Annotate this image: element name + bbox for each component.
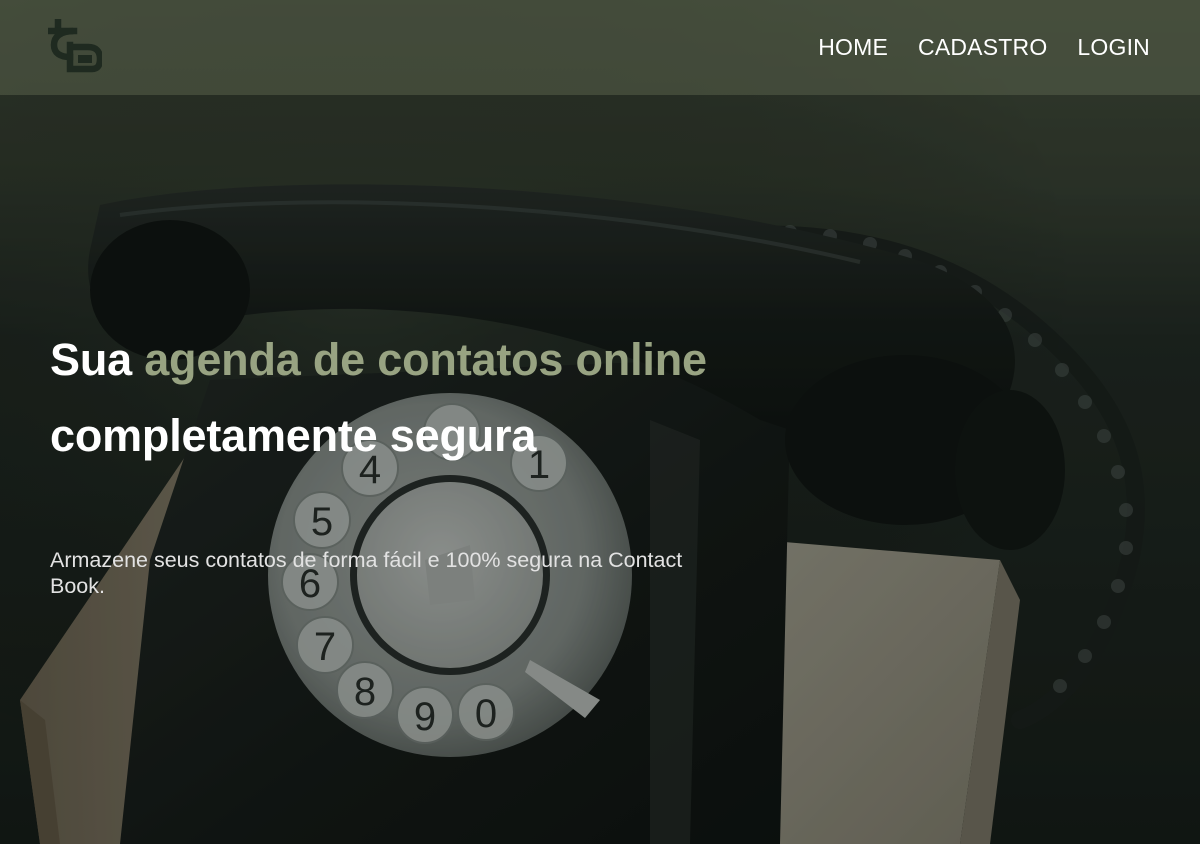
hero-title-part2: completamente segura <box>50 410 537 461</box>
hero-title-accent: agenda de contatos online <box>144 334 707 385</box>
nav-link-home[interactable]: HOME <box>818 33 888 61</box>
hero-subtitle: Armazene seus contatos de forma fácil e … <box>50 548 683 598</box>
hero-title: Sua agenda de contatos online completamen… <box>50 322 810 474</box>
contact-book-logo-icon[interactable] <box>47 18 104 75</box>
landing-page: 1 4 5 6 7 8 9 0 HOME CADASTRO LOGIN Sua … <box>0 0 1200 844</box>
navbar: HOME CADASTRO LOGIN <box>0 0 1200 95</box>
main-nav: HOME CADASTRO LOGIN <box>818 33 1150 61</box>
nav-link-cadastro[interactable]: CADASTRO <box>918 33 1047 61</box>
nav-link-login[interactable]: LOGIN <box>1077 33 1150 61</box>
hero-title-part1: Sua <box>50 334 145 385</box>
